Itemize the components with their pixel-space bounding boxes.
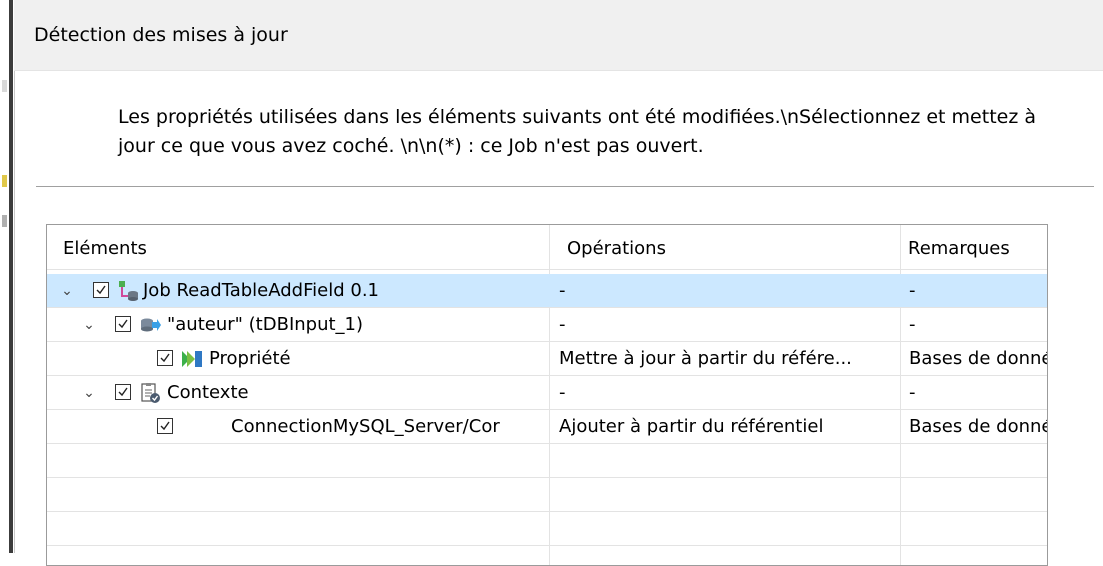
table-row-empty	[47, 444, 1047, 478]
window-border	[9, 0, 13, 553]
context-icon	[139, 382, 161, 404]
row-checkbox[interactable]	[157, 350, 173, 366]
edge-marker	[2, 215, 7, 227]
job-icon	[117, 280, 139, 302]
cell-operation: -	[559, 280, 566, 301]
cell-operation: Ajouter à partir du référentiel	[559, 416, 824, 437]
checkmark-icon	[118, 319, 128, 329]
checkmark-icon	[118, 387, 128, 397]
separator	[36, 186, 1094, 188]
chevron-down-icon[interactable]: ⌄	[59, 274, 75, 308]
element-label: ConnectionMySQL_Server/Cor	[231, 416, 500, 437]
checkmark-icon	[160, 421, 170, 431]
cell-element: ⌄ Job ReadTableAddField 0.1	[47, 274, 549, 308]
table-row-context[interactable]: ⌄ Contexte - -	[47, 376, 1047, 410]
element-label: Propriété	[209, 348, 291, 369]
update-tree-table[interactable]: Eléments Opérations Remarques ⌄ Job Read…	[46, 224, 1048, 566]
cell-element: ⌄ "auteur" (tDBInput_1)	[47, 308, 549, 342]
cell-remark: -	[909, 314, 916, 335]
cell-remark: -	[909, 280, 916, 301]
cell-operation: -	[559, 314, 566, 335]
row-checkbox[interactable]	[115, 316, 131, 332]
row-checkbox[interactable]	[93, 282, 109, 298]
table-row-property[interactable]: Propriété Mettre à jour à partir du réfé…	[47, 342, 1047, 376]
chevron-down-icon[interactable]: ⌄	[81, 308, 97, 342]
element-label: Contexte	[167, 382, 249, 403]
element-label: "auteur" (tDBInput_1)	[167, 314, 364, 335]
dialog-message: Les propriétés utilisées dans les élémen…	[118, 106, 1036, 157]
cell-element: Propriété	[47, 342, 549, 376]
edge-marker	[2, 80, 7, 92]
cell-remark: Bases de donné	[909, 416, 1048, 437]
table-row-job[interactable]: ⌄ Job ReadTableAddField 0.1 - -	[47, 274, 1047, 308]
table-row-empty	[47, 478, 1047, 512]
chevron-down-icon[interactable]: ⌄	[81, 376, 97, 410]
table-row-empty	[47, 512, 1047, 546]
cell-element: ⌄ Contexte	[47, 376, 549, 410]
cell-element: ConnectionMySQL_Server/Cor	[47, 410, 549, 444]
checkmark-icon	[96, 285, 106, 295]
table-row-db-input[interactable]: ⌄ "auteur" (tDBInput_1) - -	[47, 308, 1047, 342]
edge-marker	[2, 175, 7, 187]
checkmark-icon	[160, 353, 170, 363]
property-icon	[181, 348, 203, 370]
row-checkbox[interactable]	[115, 384, 131, 400]
window-edge	[0, 0, 15, 553]
column-header-elements[interactable]: Eléments	[55, 225, 549, 269]
dialog-title-bar: Détection des mises à jour	[14, 0, 1103, 71]
db-input-component-icon	[139, 314, 161, 336]
column-header-operations[interactable]: Opérations	[559, 225, 905, 269]
header-divider	[47, 269, 1047, 270]
row-checkbox[interactable]	[157, 418, 173, 434]
cell-operation: -	[559, 382, 566, 403]
column-header-remarks[interactable]: Remarques	[900, 225, 1047, 269]
dialog-title: Détection des mises à jour	[34, 24, 288, 46]
cell-operation: Mettre à jour à partir du référe...	[559, 348, 852, 369]
cell-remark: -	[909, 382, 916, 403]
table-row-connection[interactable]: ConnectionMySQL_Server/Cor Ajouter à par…	[47, 410, 1047, 444]
element-label: Job ReadTableAddField 0.1	[143, 280, 379, 301]
cell-remark: Bases de donné	[909, 348, 1048, 369]
